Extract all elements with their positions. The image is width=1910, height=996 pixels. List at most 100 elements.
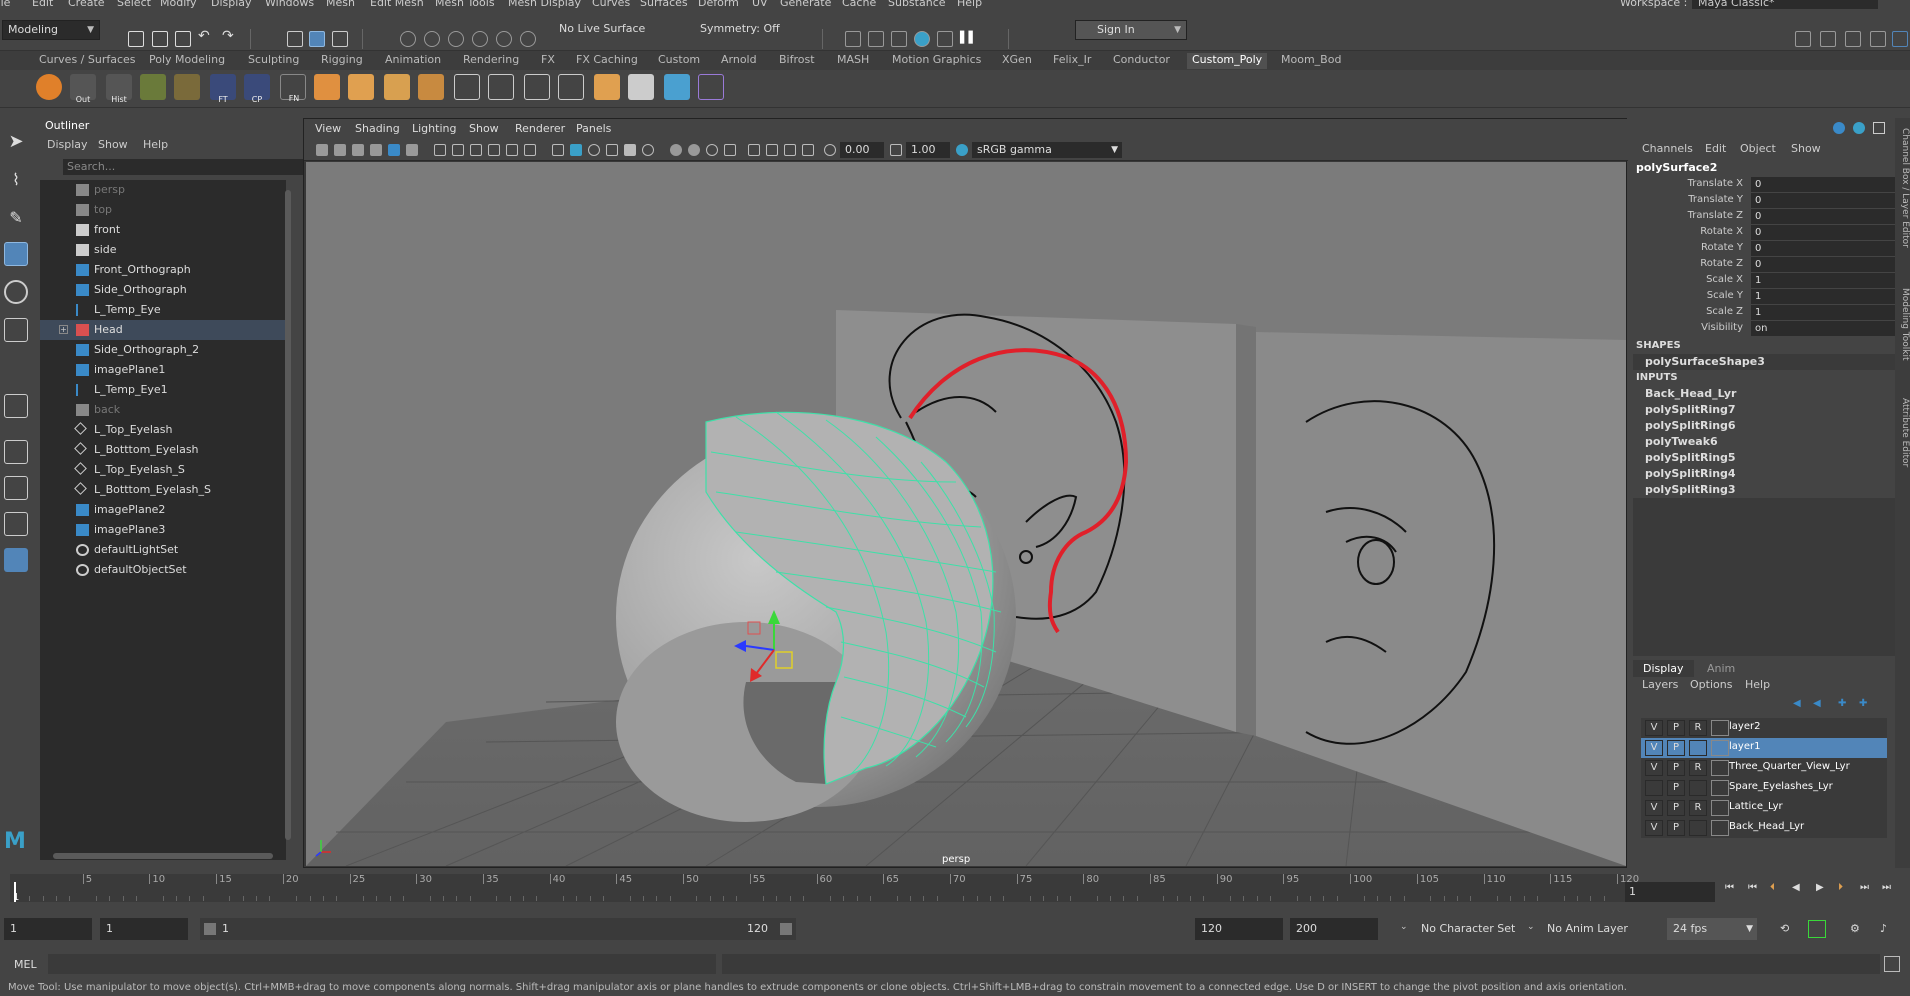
layer-row[interactable]: V P Back_Head_Lyr: [1641, 818, 1887, 838]
menu-generate[interactable]: Generate: [780, 0, 831, 9]
arnold-render-icon[interactable]: ▌▌: [960, 31, 977, 47]
outliner-item[interactable]: imagePlane3: [40, 520, 285, 540]
outliner-menu-show[interactable]: Show: [98, 138, 128, 151]
shelf-tab-felix[interactable]: Felix_Ir: [1053, 53, 1091, 66]
open-scene-icon[interactable]: [152, 31, 168, 47]
visibility-toggle[interactable]: V: [1645, 740, 1663, 756]
move-layer-down-icon[interactable]: ◀: [1813, 698, 1825, 709]
insert-edge-loop-icon[interactable]: [558, 74, 584, 100]
time-slider-track[interactable]: 1 5 10 15 20 25 30 35 40 45 50 55 60 65 70 75 80 85 90 95 1…: [10, 874, 1639, 903]
channel-value[interactable]: 0: [1751, 241, 1896, 256]
paint-select-icon[interactable]: ✎: [4, 206, 28, 230]
float-panel-icon[interactable]: [1873, 122, 1885, 134]
go-to-end-icon[interactable]: ⏭: [1882, 882, 1894, 894]
channel-row[interactable]: Translate Z 0: [1633, 209, 1896, 225]
layer-row[interactable]: V P Rlayer2: [1641, 718, 1887, 738]
menu-create[interactable]: Create: [68, 0, 105, 9]
layer-color-swatch[interactable]: [1711, 760, 1729, 776]
default-material-icon[interactable]: [588, 144, 600, 156]
menu-file[interactable]: File: [0, 0, 10, 9]
outliner-item[interactable]: back: [40, 400, 285, 420]
playback-toggle[interactable]: P: [1667, 800, 1685, 816]
channel-value[interactable]: 0: [1751, 209, 1896, 224]
film-gate-icon[interactable]: [452, 144, 464, 156]
outliner-item[interactable]: side: [40, 240, 285, 260]
outliner-item[interactable]: L_Botttom_Eyelash_S: [40, 480, 285, 500]
smooth-shade-icon[interactable]: [570, 144, 582, 156]
xray-icon[interactable]: [766, 144, 778, 156]
outliner-search-input[interactable]: Search...: [63, 159, 323, 175]
play-backwards-icon[interactable]: ◀: [1792, 882, 1804, 894]
visibility-toggle[interactable]: V: [1645, 820, 1663, 836]
outliner-item[interactable]: front: [40, 220, 285, 240]
layout-top-icon[interactable]: [4, 512, 28, 536]
gamma-field[interactable]: 1.00: [906, 142, 950, 158]
redo-icon[interactable]: ↷: [222, 28, 238, 44]
color-space-dropdown[interactable]: sRGB gamma ▼: [972, 142, 1122, 158]
layer-color-swatch[interactable]: [1711, 800, 1729, 816]
layer-row[interactable]: V P R Three_Quarter_View_Lyr: [1641, 758, 1887, 778]
side-tab-attribute-editor[interactable]: Attribute Editor: [1895, 398, 1910, 467]
wireframe-on-shaded-icon[interactable]: [624, 144, 636, 156]
visibility-toggle[interactable]: V: [1645, 800, 1663, 816]
render-frame-icon[interactable]: [868, 31, 884, 47]
toggle-layer-editor-icon[interactable]: [1892, 31, 1908, 47]
3d-viewport[interactable]: persp: [306, 162, 1626, 866]
playback-toggle[interactable]: P: [1667, 760, 1685, 776]
shadows-icon[interactable]: [670, 144, 682, 156]
wireframe-icon[interactable]: [552, 144, 564, 156]
channel-menu-channels[interactable]: Channels: [1642, 142, 1693, 155]
move-layer-up-icon[interactable]: ◀: [1793, 698, 1805, 709]
menu-select[interactable]: Select: [117, 0, 151, 9]
fn-icon[interactable]: FN: [280, 74, 306, 103]
visibility-toggle[interactable]: V: [1645, 760, 1663, 776]
channel-row[interactable]: Translate X 0: [1633, 177, 1896, 193]
xray-components-icon[interactable]: [802, 144, 814, 156]
motion-blur-icon[interactable]: [706, 144, 718, 156]
layer-row[interactable]: P Spare_Eyelashes_Lyr: [1641, 778, 1887, 798]
playback-toggle[interactable]: P: [1667, 780, 1685, 796]
use-all-lights-icon[interactable]: [642, 144, 654, 156]
channel-row[interactable]: Scale Y 1: [1633, 289, 1896, 305]
input-node[interactable]: polySplitRing7: [1633, 402, 1895, 418]
channel-value[interactable]: 1: [1751, 273, 1896, 288]
step-forward-key-icon[interactable]: ⏭: [1860, 882, 1872, 894]
channel-value[interactable]: 0: [1751, 193, 1896, 208]
layer-menu-help[interactable]: Help: [1745, 678, 1770, 691]
gate-mask-icon[interactable]: [488, 144, 500, 156]
step-back-key-icon[interactable]: ⏮: [1748, 882, 1760, 894]
menu-display[interactable]: Display: [211, 0, 252, 9]
select-component-icon[interactable]: [332, 31, 348, 47]
camera-select-icon[interactable]: [316, 144, 328, 156]
layer-tab-display[interactable]: Display: [1633, 660, 1694, 677]
field-chart-icon[interactable]: [506, 144, 518, 156]
out-icon[interactable]: Out: [70, 74, 96, 104]
sound-icon[interactable]: ♪: [1880, 922, 1887, 935]
lasso-tool-icon[interactable]: ⌇: [4, 168, 28, 192]
outliner-item[interactable]: imagePlane1: [40, 360, 285, 380]
new-layer-icon[interactable]: ✚: [1838, 698, 1850, 709]
uv-grid-icon[interactable]: [140, 74, 166, 100]
shelf-tab-animation[interactable]: Animation: [385, 53, 441, 66]
go-to-start-icon[interactable]: ⏮: [1725, 882, 1737, 894]
menu-windows[interactable]: Windows: [265, 0, 314, 9]
playback-toggle[interactable]: P: [1667, 720, 1685, 736]
anti-aliasing-icon[interactable]: [724, 144, 736, 156]
channel-row[interactable]: Visibility on: [1633, 321, 1896, 337]
outliner-item[interactable]: imagePlane2: [40, 500, 285, 520]
shelf-tab-custom[interactable]: Custom: [658, 53, 700, 66]
character-set-dropdown[interactable]: No Character Set: [1415, 918, 1527, 940]
channel-value[interactable]: 0: [1751, 257, 1896, 272]
input-node[interactable]: Back_Head_Lyr: [1633, 386, 1895, 402]
step-forward-frame-icon[interactable]: ⏵: [1838, 882, 1850, 894]
select-tool-icon[interactable]: ➤: [4, 130, 28, 154]
snap-view-plane-icon[interactable]: [472, 31, 488, 47]
outliner-item[interactable]: + Head: [40, 320, 285, 340]
hypershade-icon[interactable]: [914, 31, 930, 47]
symmetry-dropdown[interactable]: Symmetry: Off: [695, 20, 805, 40]
scene-start-field[interactable]: 1: [4, 918, 92, 940]
scene-end-field[interactable]: 200: [1290, 918, 1378, 940]
append-icon[interactable]: [418, 74, 444, 100]
playback-toggle[interactable]: P: [1667, 820, 1685, 836]
layer-row[interactable]: V P R Lattice_Lyr: [1641, 798, 1887, 818]
